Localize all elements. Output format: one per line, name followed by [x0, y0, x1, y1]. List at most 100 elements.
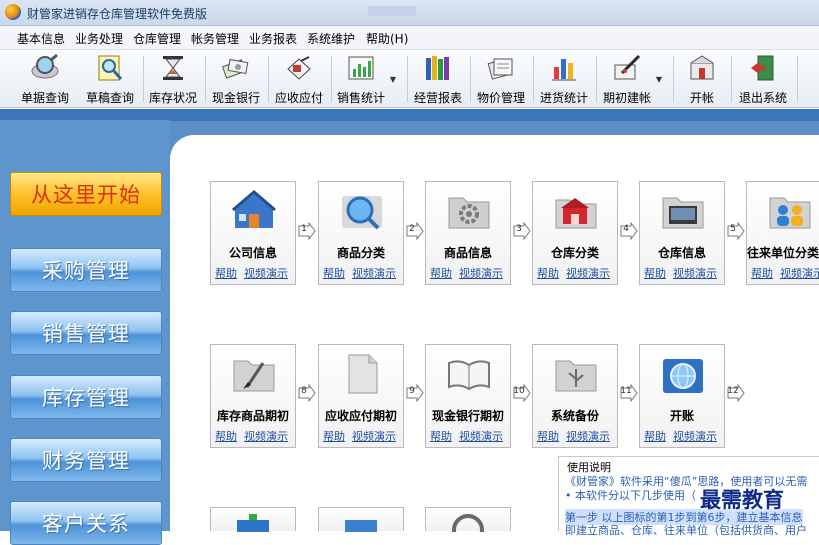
video-demo-link[interactable]: 视频演示: [352, 265, 396, 281]
toolbar-open-account-button[interactable]: 开帐: [677, 53, 727, 105]
magnifier-document-icon: [31, 53, 59, 79]
menu-system[interactable]: 系统维护: [307, 30, 355, 47]
card-product-info[interactable]: 商品信息 帮助 视频演示: [425, 181, 511, 285]
toolbar-purchase-stats-button[interactable]: 进货统计: [537, 53, 591, 105]
card-opening-stock[interactable]: 库存商品期初 帮助 视频演示: [210, 344, 296, 448]
help-link[interactable]: 帮助: [537, 428, 559, 444]
video-demo-link[interactable]: 视频演示: [459, 428, 503, 444]
network-globe-icon: [663, 359, 703, 393]
toolbar-separator: [596, 56, 597, 102]
receivable-payable-icon: [287, 56, 311, 80]
card-label: 商品分类: [336, 246, 385, 260]
pen-ledger-icon: [614, 54, 641, 80]
card-product-category[interactable]: 商品分类 帮助 视频演示: [318, 181, 404, 285]
help-link[interactable]: 帮助: [323, 265, 345, 281]
menu-accounts[interactable]: 帐务管理: [191, 30, 239, 47]
toolbar-cash-bank-button[interactable]: 现金银行: [209, 53, 263, 105]
card-label: 应收应付期初: [324, 409, 397, 423]
toolbar-price-management-button[interactable]: 物价管理: [474, 53, 528, 105]
help-link[interactable]: 帮助: [430, 428, 452, 444]
toolbar-draft-query-button[interactable]: 草稿查询: [83, 53, 137, 105]
help-link[interactable]: 帮助: [751, 265, 773, 281]
card-row3-2[interactable]: [318, 507, 404, 532]
card-open-account[interactable]: 开账 帮助 视频演示: [639, 344, 725, 448]
toolbar-label: 经营报表: [413, 91, 462, 105]
help-link[interactable]: 帮助: [215, 265, 237, 281]
help-link[interactable]: 帮助: [644, 265, 666, 281]
company-house-icon: [232, 190, 276, 228]
video-demo-link[interactable]: 视频演示: [566, 428, 610, 444]
sidebar-purchase-management[interactable]: 采购管理: [10, 248, 162, 292]
card-opening-cash-bank[interactable]: 现金银行期初 帮助 视频演示: [425, 344, 511, 448]
usb-folder-icon: [555, 360, 597, 392]
step-arrow: 11: [620, 383, 638, 403]
toolbar-separator: [143, 56, 144, 102]
open-book-icon: [448, 360, 490, 391]
sidebar-start-here[interactable]: 从这里开始: [10, 172, 162, 216]
sidebar-finance-management[interactable]: 财务管理: [10, 438, 162, 482]
card-label: 系统备份: [550, 409, 599, 423]
exit-door-icon: [751, 55, 774, 81]
sidebar-sales-management[interactable]: 销售管理: [10, 311, 162, 355]
help-link[interactable]: 帮助: [537, 265, 559, 281]
menu-warehouse[interactable]: 仓库管理: [133, 30, 181, 47]
window-folder-icon: [662, 197, 704, 229]
step-number: 3: [516, 224, 522, 234]
video-demo-link[interactable]: 视频演示: [352, 428, 396, 444]
toolbar-opening-accounts-button[interactable]: 期初建帐 ▼: [600, 53, 662, 105]
help-link[interactable]: 帮助: [323, 428, 345, 444]
menu-help[interactable]: 帮助(H): [366, 30, 408, 47]
menu-basic-info[interactable]: 基本信息: [17, 30, 65, 47]
toolbar-voucher-query-button[interactable]: 单据查询: [18, 53, 72, 105]
step-arrow: 5: [727, 221, 745, 241]
window-title: 财管家进销存仓库管理软件免费版: [27, 7, 208, 21]
card-label: 仓库信息: [657, 246, 706, 260]
toolbar-separator: [407, 56, 408, 102]
card-row3-3[interactable]: [425, 507, 511, 532]
menu-reports[interactable]: 业务报表: [249, 30, 297, 47]
video-demo-link[interactable]: 视频演示: [244, 265, 288, 281]
card-opening-receivable[interactable]: 应收应付期初 帮助 视频演示: [318, 344, 404, 448]
bar-chart-icon: [348, 56, 374, 80]
toolbar-business-report-button[interactable]: 经营报表: [411, 53, 465, 105]
help-link[interactable]: 帮助: [215, 428, 237, 444]
card-system-backup[interactable]: 系统备份 帮助 视频演示: [532, 344, 618, 448]
card-label: 往来单位分类: [747, 246, 819, 260]
help-link[interactable]: 帮助: [644, 428, 666, 444]
video-demo-link[interactable]: 视频演示: [459, 265, 503, 281]
video-demo-link[interactable]: 视频演示: [673, 428, 717, 444]
toolbar-stock-status-button[interactable]: 库存状况: [146, 53, 200, 105]
help-link[interactable]: 帮助: [430, 265, 452, 281]
title-bar-ghost: [368, 6, 416, 16]
chevron-down-icon[interactable]: ▼: [390, 75, 396, 84]
toolbar-separator: [797, 56, 798, 102]
menu-business[interactable]: 业务处理: [75, 30, 123, 47]
card-warehouse-info[interactable]: 仓库信息 帮助 视频演示: [639, 181, 725, 285]
toolbar-sales-stats-button[interactable]: 销售统计 ▼: [334, 53, 396, 105]
card-label: 仓库分类: [550, 246, 599, 260]
toolbar-label: 应收应付: [274, 91, 323, 105]
toolbar-label: 退出系统: [738, 91, 787, 105]
toolbar-label: 现金银行: [211, 91, 260, 105]
card-warehouse-category[interactable]: 仓库分类 帮助 视频演示: [532, 181, 618, 285]
card-row3-1[interactable]: [210, 507, 296, 532]
video-demo-link[interactable]: 视频演示: [780, 265, 819, 281]
toolbar-receivable-button[interactable]: 应收应付: [272, 53, 326, 105]
card-partner-category[interactable]: 往来单位分类 帮助 视频演示: [746, 181, 819, 285]
step-arrow: 4: [620, 221, 638, 241]
sidebar-stock-management[interactable]: 库存管理: [10, 375, 162, 419]
sidebar-customer-relations[interactable]: 客户关系: [10, 501, 162, 545]
step-number: 9: [409, 386, 415, 396]
menu-bar: 基本信息 业务处理 仓库管理 帐务管理 业务报表 系统维护 帮助(H): [0, 26, 819, 50]
toolbar-label: 库存状况: [148, 91, 197, 105]
step-arrow: 2: [406, 221, 424, 241]
toolbar-label: 草稿查询: [85, 91, 134, 105]
toolbar-separator: [268, 56, 269, 102]
video-demo-link[interactable]: 视频演示: [673, 265, 717, 281]
video-demo-link[interactable]: 视频演示: [244, 428, 288, 444]
toolbar-exit-button[interactable]: 退出系统: [735, 53, 791, 105]
card-company-info[interactable]: 公司信息 帮助 视频演示: [210, 181, 296, 285]
chevron-down-icon[interactable]: ▼: [656, 75, 662, 84]
card-label: 库存商品期初: [216, 409, 289, 423]
video-demo-link[interactable]: 视频演示: [566, 265, 610, 281]
